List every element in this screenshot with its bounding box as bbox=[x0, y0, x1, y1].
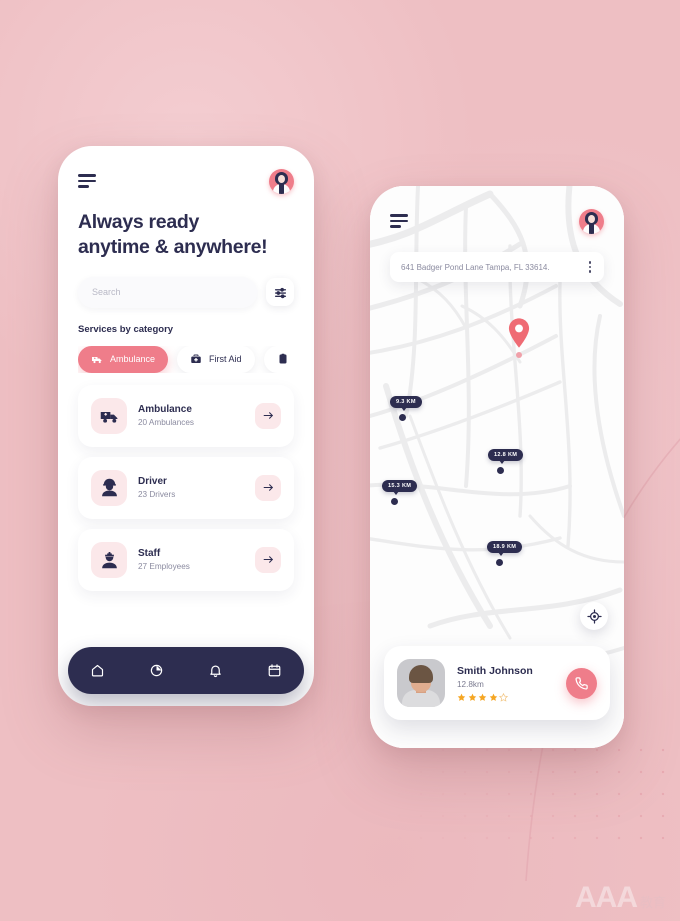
rating-stars bbox=[457, 692, 554, 702]
user-avatar[interactable] bbox=[579, 208, 604, 234]
map-node-dot bbox=[399, 414, 406, 421]
service-card-title: Staff bbox=[138, 548, 161, 560]
tab-stats[interactable] bbox=[142, 656, 172, 686]
star-filled-icon bbox=[457, 693, 466, 701]
phone-home-screen: Always ready anytime & anywhere! Service… bbox=[58, 146, 314, 706]
tab-schedule[interactable] bbox=[260, 656, 290, 686]
category-chip-first-aid[interactable]: First Aid bbox=[177, 345, 255, 373]
decorative-dot-grid bbox=[344, 739, 674, 849]
ambulance-icon bbox=[92, 357, 102, 364]
arrow-right-icon[interactable] bbox=[255, 474, 281, 501]
kebab-menu-icon[interactable] bbox=[587, 259, 593, 274]
map-node-dot bbox=[391, 498, 398, 505]
page-title: Always ready anytime & anywhere! bbox=[78, 210, 294, 260]
search-row bbox=[78, 276, 294, 308]
clipboard-icon bbox=[279, 354, 287, 364]
search-input[interactable] bbox=[92, 287, 243, 298]
distance-marker[interactable]: 9.3 KM bbox=[390, 396, 422, 421]
map-node-dot bbox=[496, 559, 503, 566]
home-icon bbox=[91, 664, 104, 677]
screenshot-canvas: Always ready anytime & anywhere! Service… bbox=[0, 0, 680, 921]
service-card-title: Ambulance bbox=[138, 404, 192, 416]
arrow-right-icon[interactable] bbox=[255, 402, 281, 429]
category-chip-label: Ambulance bbox=[110, 354, 156, 365]
distance-marker-label: 15.3 KM bbox=[382, 480, 418, 495]
map-node-dot bbox=[497, 467, 504, 474]
tab-home[interactable] bbox=[83, 656, 113, 686]
driver-photo bbox=[397, 659, 445, 707]
home-topbar bbox=[78, 164, 294, 198]
service-card-ambulance[interactable]: Ambulance 20 Ambulances bbox=[78, 384, 294, 447]
arrow-right-icon[interactable] bbox=[255, 546, 281, 573]
address-bar[interactable]: 641 Badger Pond Lane Tampa, FL 33614. bbox=[390, 252, 604, 282]
star-empty-icon bbox=[499, 692, 508, 702]
distance-marker-label: 12.8 KM bbox=[488, 449, 524, 464]
user-avatar[interactable] bbox=[269, 168, 294, 194]
calendar-icon bbox=[268, 664, 281, 677]
star-filled-icon bbox=[489, 693, 497, 701]
service-card-subtitle: 23 Drivers bbox=[138, 490, 176, 500]
headline-line-1: Always ready bbox=[78, 211, 200, 233]
distance-marker[interactable]: 15.3 KM bbox=[382, 480, 418, 505]
first-aid-kit-icon bbox=[191, 354, 201, 364]
hamburger-icon[interactable] bbox=[78, 174, 98, 188]
location-pin-icon[interactable] bbox=[508, 318, 530, 358]
map-topbar-row bbox=[390, 204, 604, 238]
distance-marker[interactable]: 12.8 KM bbox=[488, 449, 524, 474]
bottom-tab-bar bbox=[68, 647, 304, 694]
address-text: 641 Badger Pond Lane Tampa, FL 33614. bbox=[401, 262, 550, 272]
service-card-subtitle: 20 Ambulances bbox=[138, 418, 194, 428]
service-card-title: Driver bbox=[138, 476, 167, 488]
distance-marker-label: 18.9 KM bbox=[487, 541, 523, 556]
sliders-icon[interactable] bbox=[266, 278, 294, 307]
driver-info-card[interactable]: Smith Johnson 12.8km bbox=[384, 646, 610, 720]
pie-chart-icon bbox=[150, 664, 163, 677]
driver-icon bbox=[91, 469, 127, 506]
driver-distance: 12.8km bbox=[457, 679, 484, 689]
phone-call-icon[interactable] bbox=[566, 667, 597, 699]
service-card-subtitle: 27 Employees bbox=[138, 562, 190, 572]
star-filled-icon bbox=[478, 693, 487, 701]
service-card-list: Ambulance 20 Ambulances Driver 23 Driver… bbox=[78, 384, 294, 591]
driver-name: Smith Johnson bbox=[457, 664, 533, 677]
nurse-icon bbox=[91, 541, 127, 578]
ambulance-icon bbox=[91, 397, 127, 434]
star-filled-icon bbox=[468, 693, 476, 701]
headline-line-2: anytime & anywhere! bbox=[78, 235, 268, 258]
category-chip-label: First Aid bbox=[209, 354, 242, 365]
service-card-staff[interactable]: Staff 27 Employees bbox=[78, 528, 294, 591]
phone-map-screen: 641 Badger Pond Lane Tampa, FL 33614. 9.… bbox=[370, 186, 624, 748]
category-chip-ambulance[interactable]: Ambulance bbox=[78, 345, 169, 373]
distance-marker[interactable]: 18.9 KM bbox=[487, 541, 523, 566]
hamburger-icon[interactable] bbox=[390, 214, 410, 228]
search-field[interactable] bbox=[78, 276, 257, 308]
category-chip-list: Ambulance First Aid Is bbox=[78, 345, 294, 373]
map-top-bar: 641 Badger Pond Lane Tampa, FL 33614. bbox=[370, 186, 624, 282]
tab-notifications[interactable] bbox=[201, 656, 231, 686]
service-card-driver[interactable]: Driver 23 Drivers bbox=[78, 456, 294, 519]
bell-icon bbox=[210, 665, 221, 678]
section-title: Services by category bbox=[78, 323, 174, 335]
category-chip-third[interactable]: Is bbox=[263, 345, 294, 373]
crosshair-gps-icon[interactable] bbox=[580, 602, 608, 630]
distance-marker-label: 9.3 KM bbox=[390, 396, 422, 411]
